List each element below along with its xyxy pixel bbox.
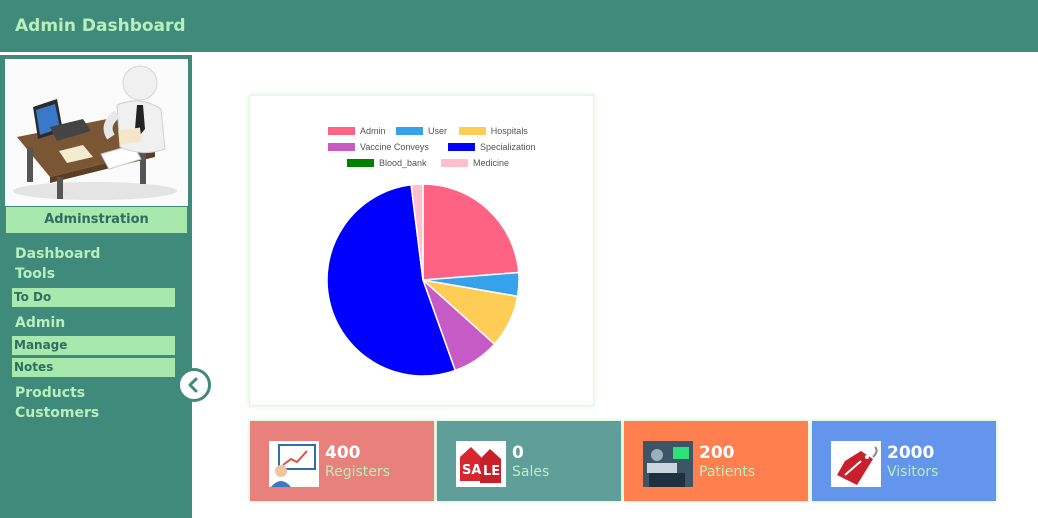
pie-chart-card: Admin User Hospitals Vaccine Conveys Special…	[249, 95, 594, 406]
visitor-tag-icon	[831, 441, 881, 487]
nav-manage[interactable]: Manage	[12, 336, 175, 355]
svg-text:SA: SA	[462, 463, 481, 478]
stat-label: Sales	[512, 464, 550, 480]
stat-card-sales[interactable]: SA LE 0 Sales	[437, 421, 621, 501]
hospital-room-icon	[643, 441, 693, 487]
presentation-chart-icon	[269, 441, 319, 487]
nav-tools[interactable]: Tools	[15, 266, 55, 282]
pie-slice-admin[interactable]	[422, 183, 520, 281]
top-bar: Admin Dashboard	[0, 0, 1038, 52]
stat-label: Patients	[699, 464, 756, 480]
stat-label: Visitors	[887, 464, 939, 480]
nav-admin[interactable]: Admin	[15, 315, 65, 331]
nav-notes[interactable]: Notes	[12, 358, 175, 377]
nav-todo[interactable]: To Do	[12, 288, 175, 307]
role-label: Adminstration	[6, 207, 187, 233]
sidebar-collapse-button[interactable]	[177, 368, 211, 402]
stat-card-patients[interactable]: 200 Patients	[624, 421, 808, 501]
svg-text:LE: LE	[483, 464, 500, 479]
sidebar: Adminstration Dashboard Tools To Do Admi…	[0, 55, 192, 518]
stat-value: 2000	[887, 443, 935, 463]
admin-avatar	[5, 59, 188, 206]
nav-customers[interactable]: Customers	[15, 405, 99, 421]
stat-value: 200	[699, 443, 735, 463]
pie-chart	[326, 183, 520, 377]
nav-dashboard[interactable]: Dashboard	[15, 246, 100, 262]
stat-card-visitors[interactable]: 2000 Visitors	[812, 421, 996, 501]
stat-value: 0	[512, 443, 524, 463]
stat-value: 400	[325, 443, 361, 463]
sale-tag-icon: SA LE	[456, 441, 506, 487]
chevron-left-icon	[188, 377, 198, 393]
nav-products[interactable]: Products	[15, 385, 85, 401]
stat-card-registers[interactable]: 400 Registers	[250, 421, 434, 501]
page-title: Admin Dashboard	[15, 16, 186, 36]
stat-label: Registers	[325, 464, 390, 480]
